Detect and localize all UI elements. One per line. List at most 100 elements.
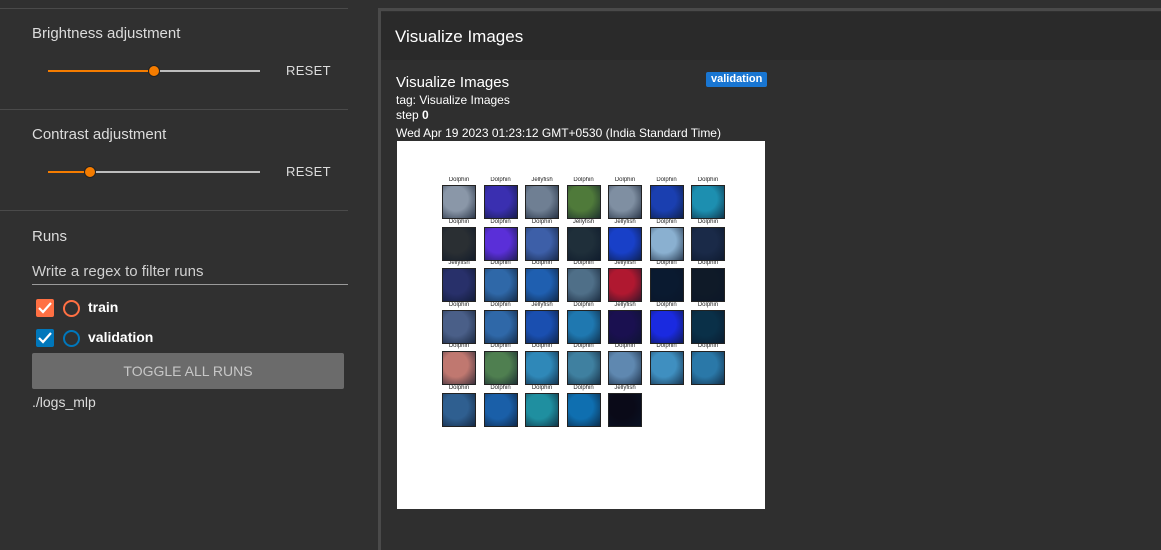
thumbnail-label: Jellyfish	[448, 260, 470, 266]
thumbnail-image	[691, 351, 725, 385]
step-value: 0	[422, 108, 429, 122]
sidebar-top-divider	[0, 8, 348, 9]
thumbnail-image	[442, 392, 476, 427]
thumbnail-label: Dolphin	[614, 177, 636, 183]
thumbnail-label: Dolphin	[656, 343, 677, 349]
brightness-reset-button[interactable]: RESET	[286, 63, 331, 78]
thumbnail-image	[608, 392, 642, 427]
thumbnail-label: Jellyfish	[614, 384, 636, 391]
card-title: Visualize Images	[396, 74, 510, 91]
brightness-slider[interactable]	[48, 64, 260, 78]
thumbnail-label: Dolphin	[531, 384, 553, 391]
thumbnail-label: Dolphin	[573, 301, 594, 308]
image-grid-frame[interactable]: Dolphin Dolphin Jellyfish Dolphin Dolphin Dol…	[397, 141, 765, 509]
contrast-slider[interactable]	[48, 165, 260, 179]
thumbnail-image	[649, 185, 684, 219]
thumbnail-image	[483, 309, 518, 344]
thumbnail-image	[483, 185, 518, 219]
thumbnail-label: Dolphin	[573, 177, 594, 183]
thumbnail-image	[608, 351, 642, 385]
thumbnail-image	[442, 185, 476, 219]
thumbnail-label: Jellyfish	[614, 218, 636, 225]
thumbnail-image	[442, 351, 476, 385]
group-header[interactable]: Visualize Images	[381, 12, 1161, 61]
thumbnail-label: Dolphin	[697, 260, 719, 266]
thumbnail-label: Dolphin	[490, 384, 511, 391]
group-title: Visualize Images	[395, 27, 524, 46]
thumbnail-image	[649, 351, 684, 385]
divider	[0, 210, 348, 211]
thumbnail-image	[691, 268, 725, 302]
contrast-slider-thumb[interactable]	[84, 166, 97, 178]
thumbnail-label: Dolphin	[490, 343, 511, 349]
thumbnail-image	[525, 351, 559, 385]
brightness-slider-fill	[48, 70, 154, 72]
run-checkbox-validation[interactable]	[36, 329, 54, 347]
thumbnail-label: Jellyfish	[572, 218, 595, 225]
card-tag: tag: Visualize Images	[396, 93, 510, 107]
thumbnail-label: Dolphin	[531, 260, 553, 266]
thumbnail-label: Jellyfish	[531, 177, 553, 183]
thumbnail-label: Dolphin	[490, 218, 511, 225]
contrast-reset-button[interactable]: RESET	[286, 164, 331, 179]
thumbnail-image	[649, 268, 684, 302]
thumbnail-image	[483, 392, 518, 427]
thumbnail-label: Dolphin	[697, 343, 719, 349]
thumbnail-label: Dolphin	[656, 177, 677, 183]
thumbnail-image	[608, 226, 642, 261]
thumbnail-label: Dolphin	[656, 301, 677, 308]
thumbnail-image	[483, 351, 518, 385]
run-badge: validation	[706, 72, 768, 87]
thumbnail-label: Dolphin	[490, 260, 511, 266]
thumbnail-label: Dolphin	[448, 177, 470, 183]
thumbnail-image	[691, 185, 725, 219]
thumbnail-label: Dolphin	[573, 384, 594, 391]
toggle-all-runs-button[interactable]: TOGGLE ALL RUNS	[32, 353, 344, 389]
thumbnail-image	[691, 309, 725, 344]
thumbnail-image	[442, 309, 476, 344]
thumbnail-image	[525, 392, 559, 427]
thumbnail-image	[566, 392, 601, 427]
run-filter-input[interactable]	[32, 258, 348, 285]
thumbnail-image	[525, 226, 559, 261]
thumbnail-label: Dolphin	[448, 343, 470, 349]
brightness-title: Brightness adjustment	[32, 25, 181, 42]
thumbnail-image	[566, 268, 601, 302]
thumbnail-image	[442, 226, 476, 261]
brightness-slider-thumb[interactable]	[148, 65, 160, 77]
runs-title: Runs	[32, 228, 68, 245]
contrast-title: Contrast adjustment	[32, 126, 167, 143]
checkmark-icon	[38, 332, 52, 344]
thumbnail-image	[649, 309, 684, 344]
thumbnail-image	[525, 185, 559, 219]
thumbnail-image	[442, 268, 476, 302]
thumbnail-label: Dolphin	[614, 343, 636, 349]
run-checkbox-train[interactable]	[36, 299, 54, 317]
thumbnail-label: Dolphin	[697, 218, 719, 225]
thumbnail-label: Dolphin	[573, 343, 594, 349]
thumbnail-image	[483, 226, 518, 261]
thumbnail-image	[566, 351, 601, 385]
thumbnail-image	[525, 268, 559, 302]
run-label-train: train	[88, 299, 119, 315]
run-label-validation: validation	[88, 329, 154, 345]
thumbnail-image	[525, 309, 559, 344]
thumbnail-label: Dolphin	[531, 343, 553, 349]
run-color-indicator-train[interactable]	[63, 300, 80, 317]
thumbnail-image	[649, 226, 684, 261]
divider	[0, 109, 348, 110]
thumbnail-label: Dolphin	[573, 260, 594, 266]
thumbnail-image	[483, 268, 518, 302]
thumbnail-label: Dolphin	[656, 260, 677, 266]
thumbnail-label: Dolphin	[531, 218, 553, 225]
main-top-border	[378, 8, 1161, 11]
run-color-indicator-validation[interactable]	[63, 330, 80, 347]
thumbnail-label: Dolphin	[490, 177, 511, 183]
thumbnail-image	[608, 185, 642, 219]
thumbnail-label: Dolphin	[697, 177, 719, 183]
thumbnail-label: Dolphin	[490, 301, 511, 308]
thumbnail-image	[608, 268, 642, 302]
thumbnail-label: Jellyfish	[531, 301, 553, 308]
thumbnail-label: Dolphin	[697, 301, 719, 308]
thumbnail-label: Dolphin	[448, 384, 470, 391]
